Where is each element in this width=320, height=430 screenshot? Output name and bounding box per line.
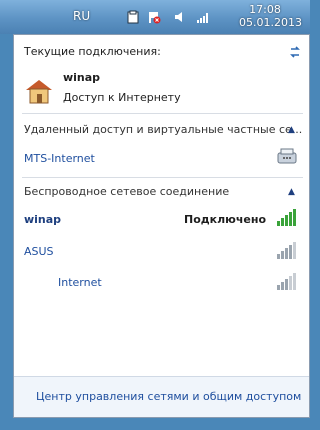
- network-house-icon: [26, 80, 52, 104]
- flag-error-icon[interactable]: [147, 10, 161, 24]
- clock-date: 05.01.2013: [239, 16, 302, 29]
- wifi-signal-icon: [277, 273, 296, 290]
- vpn-section-title[interactable]: Удаленный доступ и виртуальные частные с…: [24, 123, 302, 136]
- wifi-item-winap[interactable]: winap: [24, 213, 61, 226]
- divider: [22, 177, 303, 178]
- current-network-name: winap: [63, 71, 101, 84]
- current-connections-title: Текущие подключения:: [24, 45, 161, 58]
- language-indicator[interactable]: RU: [73, 9, 90, 23]
- network-flyout: Текущие подключения: winap Доступ к Инте…: [13, 34, 310, 418]
- wifi-signal-strong-icon: [277, 209, 296, 226]
- wifi-item-internet[interactable]: Internet: [58, 276, 102, 289]
- vpn-item-mts-internet[interactable]: MTS-Internet: [24, 152, 95, 165]
- divider: [22, 113, 303, 114]
- chevron-up-icon[interactable]: ▲: [288, 125, 295, 135]
- refresh-icon[interactable]: [288, 45, 302, 59]
- wifi-signal-icon: [277, 242, 296, 259]
- volume-icon[interactable]: [173, 10, 187, 24]
- clock[interactable]: 17:08 05.01.2013: [239, 3, 302, 29]
- clock-time: 17:08: [249, 3, 281, 16]
- modem-icon: [277, 148, 297, 164]
- network-center-link[interactable]: Центр управления сетями и общим доступом: [36, 390, 301, 403]
- taskbar: RU 17:08 05.01.2013: [0, 0, 310, 34]
- clipboard-icon[interactable]: [126, 10, 140, 24]
- flyout-footer: Центр управления сетями и общим доступом: [14, 376, 309, 417]
- wifi-item-asus[interactable]: ASUS: [24, 245, 54, 258]
- wifi-item-winap-status: Подключено: [184, 213, 267, 226]
- network-signal-icon[interactable]: [196, 10, 210, 24]
- chevron-up-icon[interactable]: ▲: [288, 187, 295, 197]
- wifi-section-title[interactable]: Беспроводное сетевое соединение: [24, 185, 229, 198]
- current-network-status: Доступ к Интернету: [63, 91, 181, 104]
